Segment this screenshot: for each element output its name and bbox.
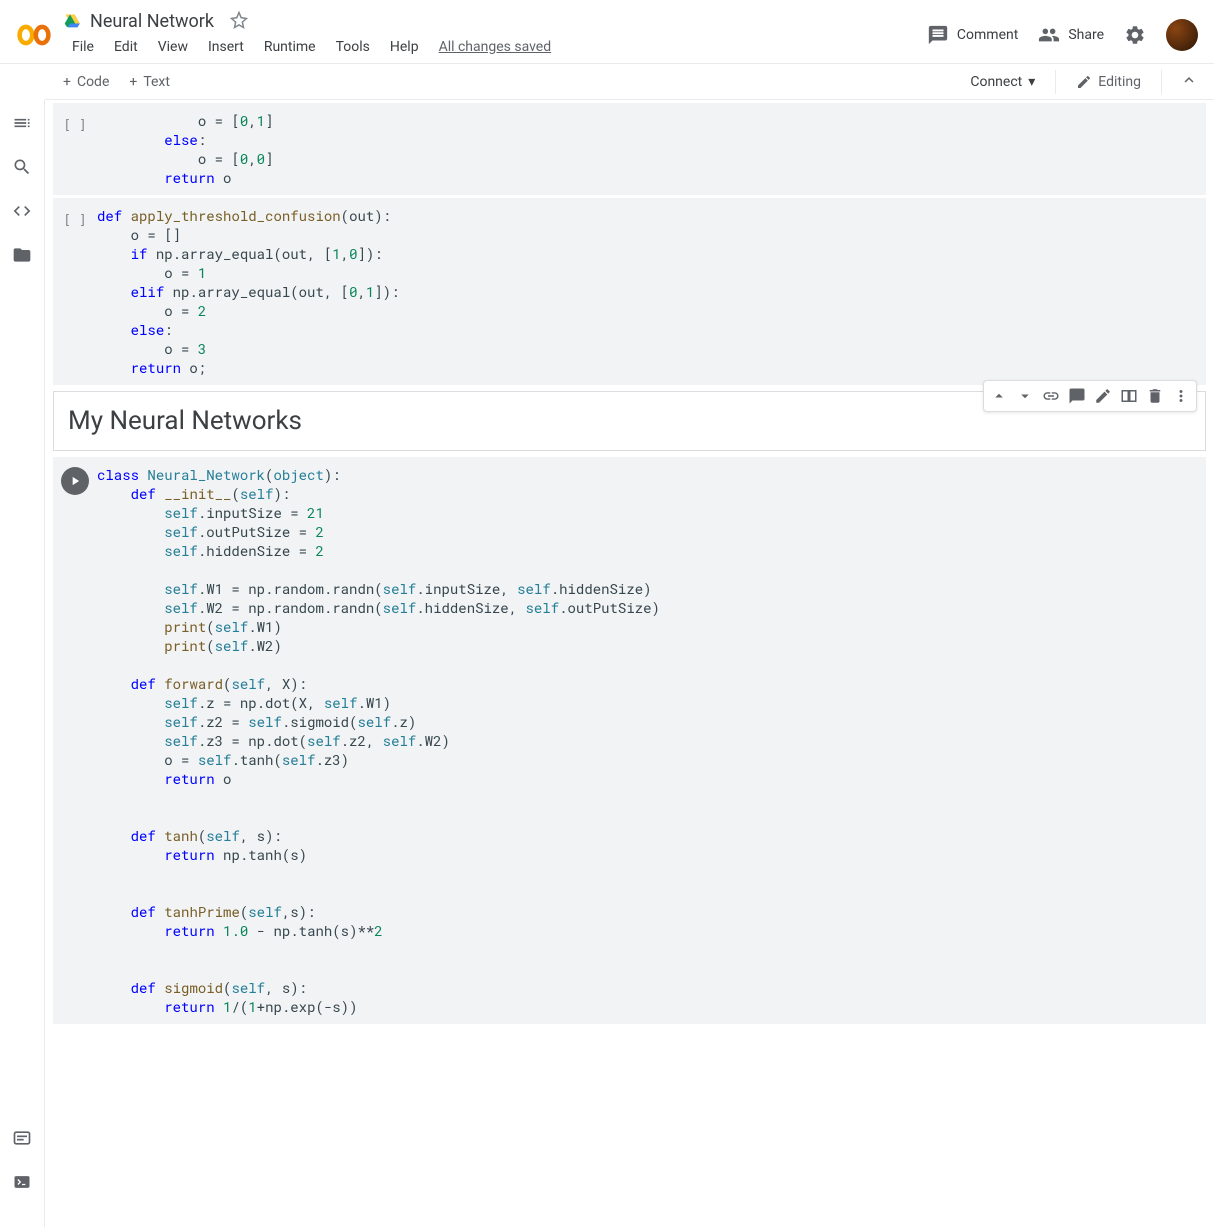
comment-cell-button[interactable] bbox=[1064, 383, 1090, 409]
run-button[interactable] bbox=[61, 467, 89, 495]
run-indicator[interactable]: [ ] bbox=[63, 113, 87, 137]
colab-logo[interactable] bbox=[16, 17, 52, 53]
menu-file[interactable]: File bbox=[64, 35, 102, 59]
mirror-cell-button[interactable] bbox=[1116, 383, 1142, 409]
cell-toolbar bbox=[983, 380, 1197, 412]
toc-icon[interactable] bbox=[11, 112, 33, 134]
menu-insert[interactable]: Insert bbox=[200, 35, 252, 59]
connect-button[interactable]: Connect ▾ bbox=[960, 70, 1045, 94]
toolbar: + Code + Text Connect ▾ Editing bbox=[45, 64, 1214, 100]
plus-icon: + bbox=[63, 74, 71, 90]
drive-icon bbox=[64, 13, 82, 31]
editing-mode-button[interactable]: Editing bbox=[1066, 70, 1151, 94]
snippets-icon[interactable] bbox=[11, 200, 33, 222]
add-code-button[interactable]: + Code bbox=[53, 70, 119, 94]
search-icon[interactable] bbox=[11, 156, 33, 178]
collapse-header-button[interactable] bbox=[1172, 67, 1206, 97]
sidebar bbox=[0, 100, 45, 1227]
chevron-down-icon: ▾ bbox=[1028, 74, 1035, 90]
code-editor[interactable]: def apply_threshold_confusion(out): o = … bbox=[97, 204, 1206, 379]
menu-tools[interactable]: Tools bbox=[328, 35, 378, 59]
text-cell[interactable]: ▾ My Neural Networks bbox=[53, 391, 1206, 451]
more-cell-button[interactable] bbox=[1168, 383, 1194, 409]
code-editor[interactable]: o = [0,1] else: o = [0,0] return o bbox=[97, 109, 1206, 189]
code-cell[interactable]: class Neural_Network(object): def __init… bbox=[53, 457, 1206, 1024]
avatar[interactable] bbox=[1166, 19, 1198, 51]
notebook-title[interactable]: Neural Network bbox=[90, 11, 214, 32]
add-text-button[interactable]: + Text bbox=[119, 70, 180, 94]
share-button[interactable]: Share bbox=[1038, 24, 1104, 46]
code-editor[interactable]: class Neural_Network(object): def __init… bbox=[97, 463, 1206, 1018]
run-indicator[interactable]: [ ] bbox=[63, 208, 87, 232]
move-up-button[interactable] bbox=[986, 383, 1012, 409]
menu-edit[interactable]: Edit bbox=[106, 35, 146, 59]
move-down-button[interactable] bbox=[1012, 383, 1038, 409]
link-button[interactable] bbox=[1038, 383, 1064, 409]
menubar: File Edit View Insert Runtime Tools Help… bbox=[64, 35, 927, 59]
notebook-area[interactable]: [ ] o = [0,1] else: o = [0,0] return o [… bbox=[45, 100, 1214, 1227]
command-palette-icon[interactable] bbox=[11, 1127, 33, 1149]
delete-cell-button[interactable] bbox=[1142, 383, 1168, 409]
menu-runtime[interactable]: Runtime bbox=[256, 35, 324, 59]
plus-icon: + bbox=[129, 74, 137, 90]
files-icon[interactable] bbox=[11, 244, 33, 266]
code-cell[interactable]: [ ] o = [0,1] else: o = [0,0] return o bbox=[53, 103, 1206, 195]
star-icon[interactable] bbox=[230, 11, 248, 33]
menu-view[interactable]: View bbox=[150, 35, 196, 59]
settings-button[interactable] bbox=[1124, 24, 1146, 46]
header: Neural Network File Edit View Insert Run… bbox=[0, 0, 1214, 64]
terminal-icon[interactable] bbox=[11, 1171, 33, 1193]
code-cell[interactable]: [ ] def apply_threshold_confusion(out): … bbox=[53, 198, 1206, 385]
menu-help[interactable]: Help bbox=[382, 35, 427, 59]
save-status[interactable]: All changes saved bbox=[431, 35, 560, 59]
comment-button[interactable]: Comment bbox=[927, 24, 1018, 46]
edit-cell-button[interactable] bbox=[1090, 383, 1116, 409]
